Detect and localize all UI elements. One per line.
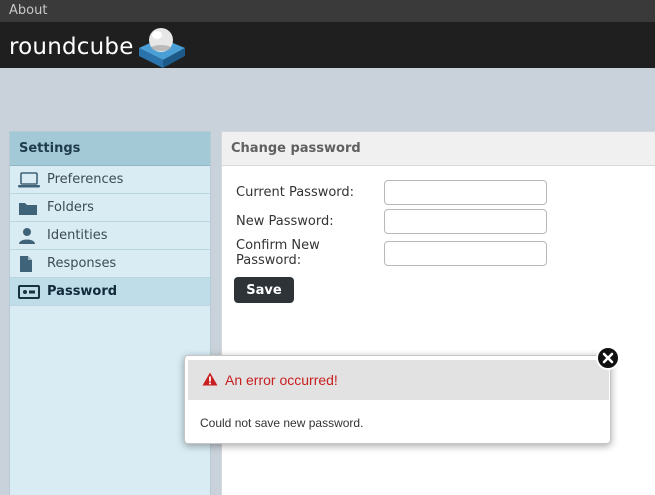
sidebar-item-folders[interactable]: Folders	[10, 194, 210, 222]
sidebar-item-password[interactable]: Password	[10, 278, 210, 306]
logo-cube-icon	[139, 28, 185, 68]
confirm-password-label: Confirm New Password:	[236, 238, 320, 268]
top-bar: About	[0, 0, 655, 22]
sidebar-item-label: Folders	[47, 200, 94, 215]
new-password-label: New Password:	[236, 214, 334, 229]
sidebar-item-responses[interactable]: Responses	[10, 250, 210, 278]
person-icon	[18, 227, 40, 245]
dialog-message: Could not save new password.	[200, 416, 364, 430]
password-icon	[18, 283, 40, 301]
current-password-row: Current Password:	[236, 180, 547, 205]
document-icon	[18, 255, 40, 273]
dialog-title: An error occurred!	[225, 372, 338, 388]
sidebar-title: Settings	[10, 132, 210, 166]
confirm-password-input[interactable]	[384, 240, 547, 266]
error-dialog: An error occurred! Could not save new pa…	[184, 346, 620, 444]
sidebar-item-label: Preferences	[47, 172, 124, 187]
confirm-password-row: Confirm New Password:	[236, 238, 547, 268]
save-button[interactable]: Save	[234, 277, 294, 303]
current-password-input[interactable]	[384, 180, 547, 205]
app-header: roundcube	[0, 22, 655, 68]
laptop-icon	[18, 171, 40, 189]
new-password-row: New Password:	[236, 209, 547, 234]
dialog-title-bar: An error occurred!	[188, 360, 609, 400]
folder-icon	[18, 199, 40, 217]
sidebar-item-label: Responses	[47, 256, 117, 271]
sidebar-item-identities[interactable]: Identities	[10, 222, 210, 250]
close-icon[interactable]	[596, 346, 620, 370]
about-link[interactable]: About	[9, 3, 47, 18]
warning-icon	[202, 372, 218, 389]
sidebar-item-label: Password	[47, 284, 118, 299]
new-password-input[interactable]	[384, 209, 547, 234]
logo-text: roundcube	[9, 34, 134, 60]
settings-sidebar: Settings Preferences Folders Identities …	[9, 131, 211, 495]
sidebar-item-preferences[interactable]: Preferences	[10, 166, 210, 194]
current-password-label: Current Password:	[236, 185, 355, 200]
roundcube-logo[interactable]: roundcube	[9, 26, 189, 68]
panel-title: Change password	[222, 132, 655, 166]
sidebar-item-label: Identities	[47, 228, 108, 243]
